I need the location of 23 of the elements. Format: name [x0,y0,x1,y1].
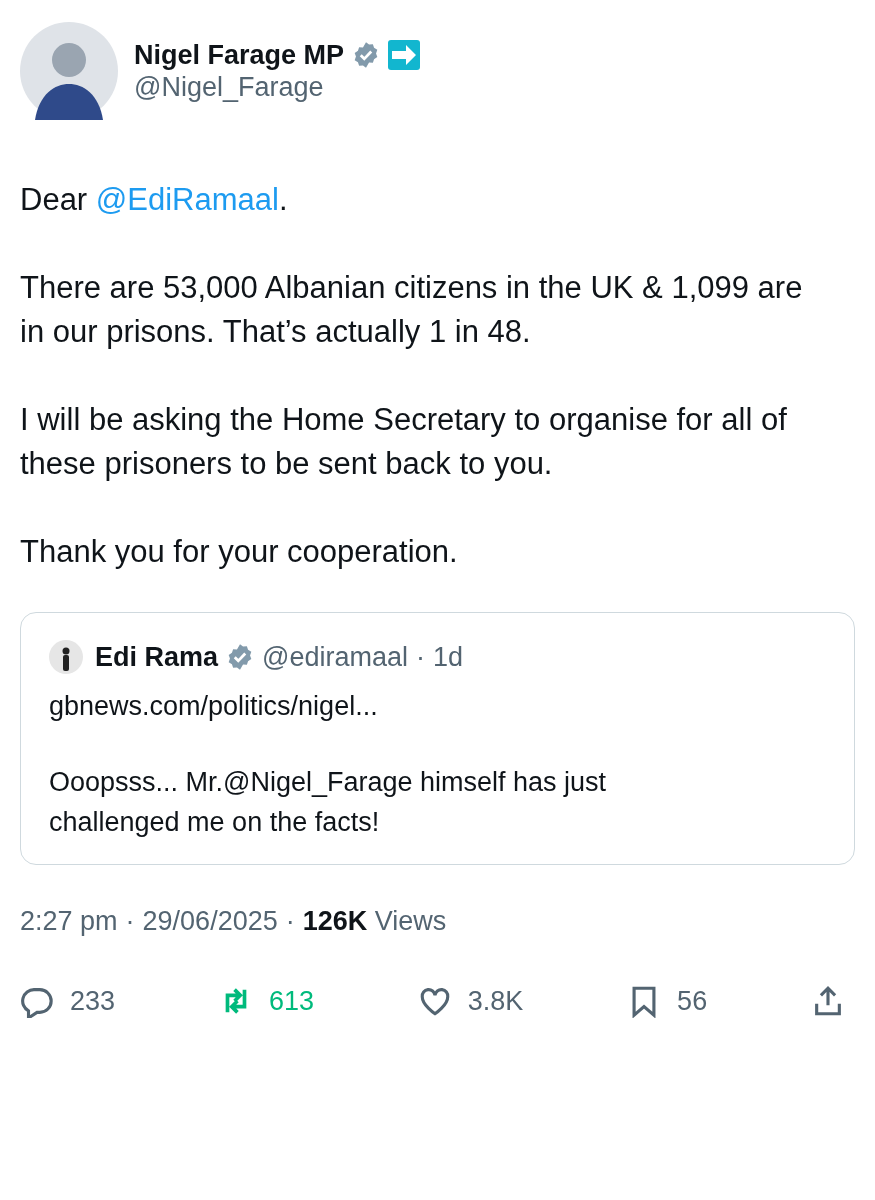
quote-text: Ooopsss... Mr.@Nigel_Farage himself has just challenged me on the facts! [49,765,608,839]
tweet-text: I will be asking the Home Secretary to organise for all of these prisoners to be sent back to you. [20,401,788,483]
separator-dot: · [416,641,425,674]
author-handle: @Nigel_Farage [134,71,325,104]
post-age: 1d [433,641,464,674]
tweet-text: Thank you for your cooperation. [20,533,459,571]
separator-dot: · [125,904,135,938]
separator-dot: · [285,904,295,938]
quoted-tweet-card[interactable]: Edi Rama @ediramaal · 1d gbnews.com/politics/nigel... Ooopsss... Mr.@Nigel_Farage himself has just challenged me on the facts! [20,612,855,865]
post-time: 2:27 pm [20,904,118,938]
quote-author-name: Edi Rama [95,641,219,674]
bookmark-button[interactable]: 56 [627,981,708,1022]
arrow-badge-icon [388,39,421,70]
like-button[interactable]: 3.8K [417,981,524,1022]
tweet-text: There are 53,000 Albanian citizens in the UK & 1,099 are in our prisons. That’s actually 1 in 48. [20,269,804,351]
quote-link-text: gbnews.com/politics/nigel... [49,689,379,723]
tweet-text: Dear @EdiRamaal. [20,181,289,219]
view-count: 126K Views [302,904,447,938]
avatar [49,640,83,675]
quote-author-handle: @ediramaal [262,641,408,674]
reply-button[interactable]: 233 [20,981,116,1022]
post-date: 29/06/2025 [142,904,278,938]
author-name: Nigel Farage MP [134,38,345,71]
